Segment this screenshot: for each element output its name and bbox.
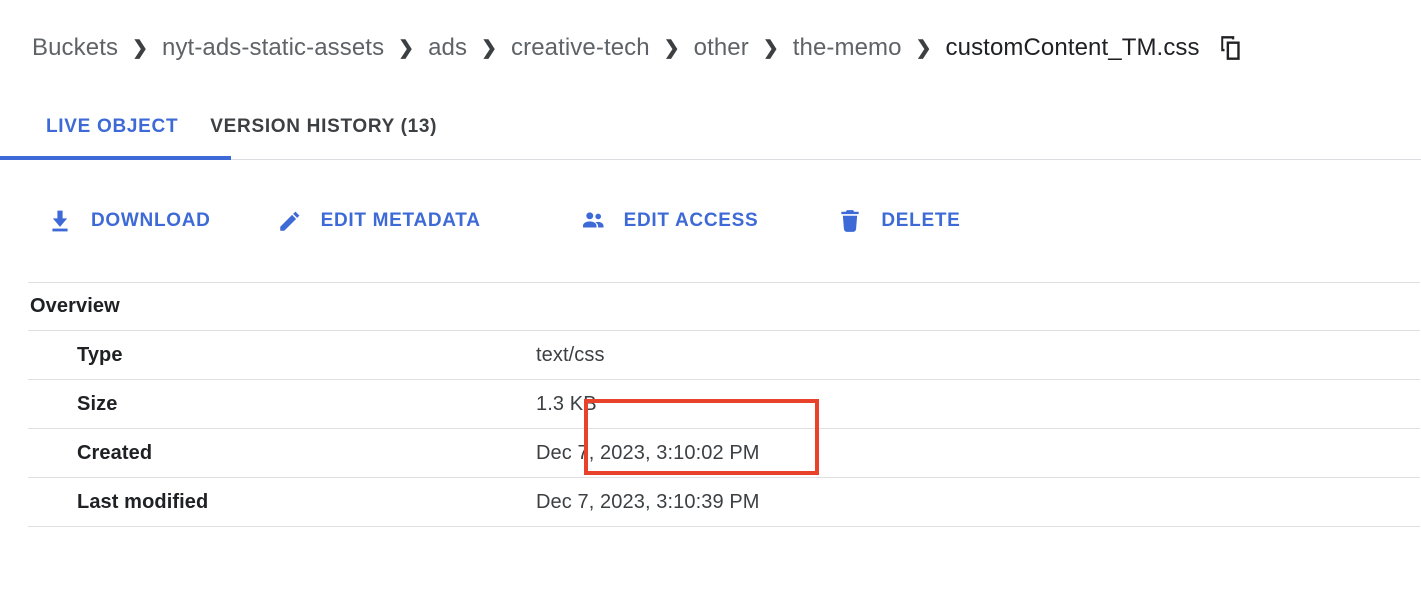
row-key-created: Created [77,441,153,464]
row-key-last-modified: Last modified [77,490,209,513]
table-row: Type text/css [28,331,1421,379]
table-row: Size 1.3 KB [28,380,1421,428]
row-value-type: text/css [536,343,605,366]
overview-title: Overview [30,295,120,317]
download-icon [47,208,73,234]
breadcrumb-item-buckets[interactable]: Buckets [32,34,118,62]
delete-label: DELETE [881,210,961,231]
row-value-created: Dec 7, 2023, 3:10:02 PM [536,441,760,464]
table-row: Last modified Dec 7, 2023, 3:10:39 PM [28,478,1421,526]
breadcrumb-separator-icon: ❯ [663,37,680,59]
people-icon [580,208,606,234]
breadcrumb-item-current-file: customContent_TM.css [945,34,1200,61]
copy-icon[interactable] [1218,35,1244,61]
table-row: Created Dec 7, 2023, 3:10:02 PM [28,429,1421,477]
tab-version-history[interactable]: VERSION HISTORY (13) [194,96,453,158]
tab-version-history-label: VERSION HISTORY (13) [210,116,438,137]
pencil-icon [277,208,303,234]
breadcrumb-item-ads[interactable]: ads [428,34,467,62]
breadcrumb-separator-icon: ❯ [132,37,148,59]
delete-button[interactable]: DELETE [837,208,960,234]
edit-access-label: EDIT ACCESS [623,210,759,231]
breadcrumb-separator-icon: ❯ [398,37,415,59]
breadcrumb-item-bucket[interactable]: nyt-ads-static-assets [162,34,384,62]
row-value-last-modified: Dec 7, 2023, 3:10:39 PM [536,490,760,513]
breadcrumb-item-the-memo[interactable]: the-memo [793,34,902,62]
row-value-size: 1.3 KB [536,392,597,415]
overview-section: Overview Type text/css Size 1.3 KB Creat… [0,282,1421,527]
tab-bar: LIVE OBJECT VERSION HISTORY (13) [0,96,1421,160]
edit-metadata-button[interactable]: EDIT METADATA [277,208,481,234]
tab-live-object-label: LIVE OBJECT [46,116,179,137]
breadcrumb-separator-icon: ❯ [762,37,779,59]
edit-access-button[interactable]: EDIT ACCESS [580,208,759,234]
action-toolbar: DOWNLOAD EDIT METADATA EDIT ACCESS DELET… [0,160,1421,475]
breadcrumb-separator-icon: ❯ [915,37,932,59]
divider [28,526,1420,527]
breadcrumb: Buckets ❯ nyt-ads-static-assets ❯ ads ❯ … [0,0,1421,96]
breadcrumb-separator-icon: ❯ [481,37,498,59]
download-label: DOWNLOAD [91,210,211,231]
tab-live-object[interactable]: LIVE OBJECT [30,96,194,158]
edit-metadata-label: EDIT METADATA [320,210,481,231]
row-key-size: Size [77,392,118,415]
breadcrumb-item-other[interactable]: other [694,34,749,62]
download-button[interactable]: DOWNLOAD [47,208,211,234]
row-key-type: Type [77,343,123,366]
trash-icon [837,208,863,234]
breadcrumb-item-creative-tech[interactable]: creative-tech [511,34,650,62]
